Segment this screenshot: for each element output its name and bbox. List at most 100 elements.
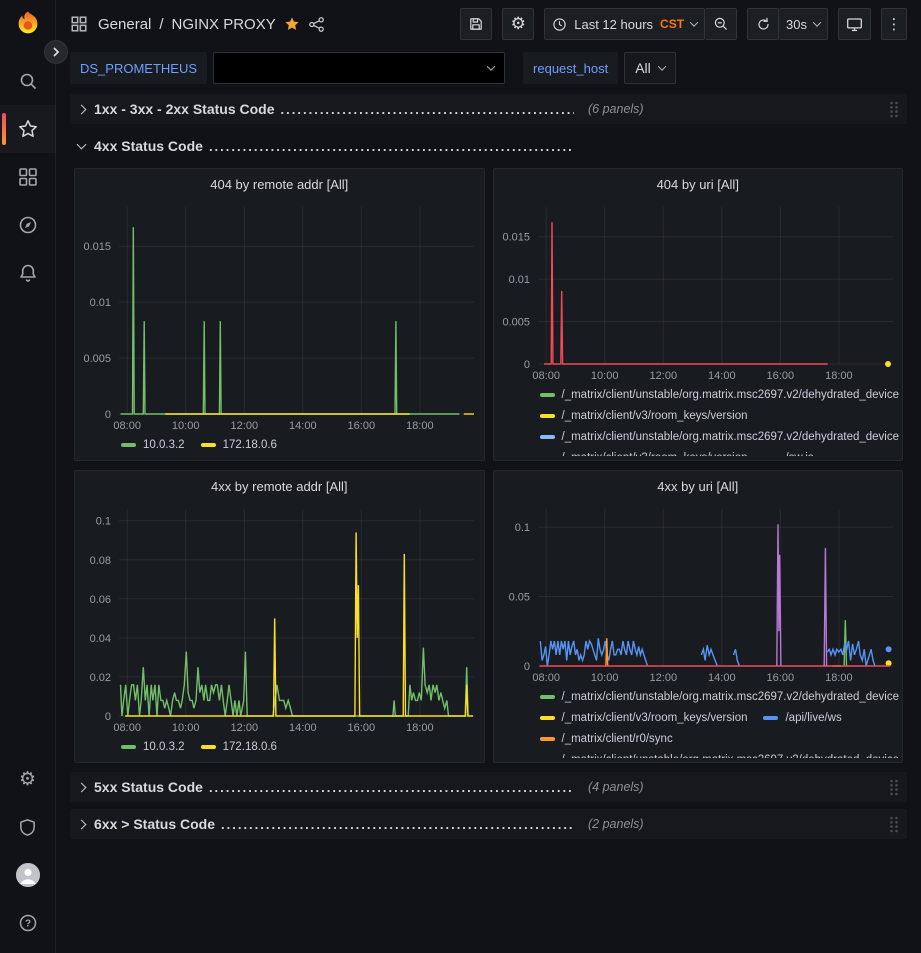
breadcrumb: General / NGINX PROXY <box>70 15 325 33</box>
chevron-right-icon <box>77 819 87 829</box>
bell-icon <box>18 263 38 283</box>
svg-text:16:00: 16:00 <box>348 722 376 734</box>
legend-swatch-icon <box>540 393 555 397</box>
legend-item[interactable]: 172.18.0.6 <box>201 736 277 757</box>
breadcrumb-page-title[interactable]: NGINX PROXY <box>172 16 276 33</box>
svg-text:12:00: 12:00 <box>231 420 259 432</box>
refresh-interval-label: 30s <box>786 17 807 32</box>
panel-title[interactable]: 404 by uri [All] <box>494 169 903 199</box>
legend-label: /_matrix/client/v3/room_keys/version <box>562 452 748 457</box>
sidebar-item-starred[interactable] <box>0 105 56 153</box>
sidebar-expand-button[interactable] <box>44 40 68 64</box>
favorite-star-icon[interactable] <box>284 16 300 32</box>
refresh-button[interactable] <box>747 8 779 40</box>
legend-item[interactable]: /_matrix/client/unstable/org.matrix.msc2… <box>540 749 900 758</box>
svg-text:18:00: 18:00 <box>825 672 853 684</box>
svg-text:?: ? <box>24 919 30 930</box>
legend-item[interactable]: /_matrix/client/unstable/org.matrix.msc2… <box>540 426 900 447</box>
row-drag-handle[interactable] <box>889 779 899 796</box>
sidebar-item-configuration[interactable]: ⚙ <box>0 755 56 803</box>
chart-4xx-by-uri[interactable]: 00.050.108:0010:0012:0014:0016:0018:00 <box>494 501 903 684</box>
panel-title[interactable]: 404 by remote addr [All] <box>75 169 484 199</box>
svg-text:0: 0 <box>105 409 111 421</box>
save-dashboard-button[interactable] <box>460 8 492 40</box>
legend-label: 10.0.3.2 <box>143 741 185 753</box>
legend-swatch-icon <box>540 716 555 720</box>
legend-swatch-icon <box>121 443 136 447</box>
legend-item[interactable]: /_matrix/client/unstable/org.matrix.msc2… <box>540 384 900 405</box>
share-icon[interactable] <box>308 16 325 33</box>
svg-text:0.01: 0.01 <box>508 274 529 286</box>
svg-text:0.06: 0.06 <box>90 594 111 606</box>
time-range-label: Last 12 hours <box>574 17 653 32</box>
sidebar-item-explore[interactable] <box>0 201 56 249</box>
legend-label: /api/live/ws <box>785 712 841 724</box>
sidebar: ⚙ ? <box>0 0 56 953</box>
chart-404-by-remote-addr[interactable]: 00.0050.010.01508:0010:0012:0014:0016:00… <box>75 199 484 432</box>
timezone-label: CST <box>660 17 684 31</box>
cycle-view-mode-button[interactable] <box>838 8 871 40</box>
refresh-interval-picker[interactable]: 30s <box>779 8 828 40</box>
shield-icon <box>18 818 37 837</box>
svg-text:18:00: 18:00 <box>825 370 853 382</box>
main-area: General / NGINX PROXY ⚙ <box>56 0 921 839</box>
panel-title[interactable]: 4xx by uri [All] <box>494 471 903 501</box>
svg-text:0.005: 0.005 <box>502 317 530 329</box>
legend-item[interactable]: 10.0.3.2 <box>121 434 185 455</box>
svg-text:0.1: 0.1 <box>514 522 529 534</box>
apps-grid-icon <box>70 15 88 33</box>
row-panel-count: (2 panels) <box>588 817 644 831</box>
legend-item[interactable]: /_matrix/client/unstable/org.matrix.msc2… <box>540 686 900 707</box>
gear-icon: ⚙ <box>511 16 526 33</box>
panel-title[interactable]: 4xx by remote addr [All] <box>75 471 484 501</box>
dashboard-settings-button[interactable]: ⚙ <box>502 8 534 40</box>
sidebar-item-server-admin[interactable] <box>0 803 56 851</box>
zoom-out-time-button[interactable] <box>705 8 737 40</box>
sidebar-item-profile[interactable] <box>0 851 56 899</box>
svg-text:08:00: 08:00 <box>113 420 141 432</box>
row-4xx[interactable]: 4xx Status Code ........................… <box>70 131 907 161</box>
legend-item[interactable]: 10.0.3.2 <box>121 736 185 757</box>
request-host-select[interactable]: All <box>624 52 676 84</box>
sidebar-item-help[interactable]: ? <box>0 899 56 947</box>
more-options-button[interactable]: ⋮ <box>881 8 907 40</box>
breadcrumb-section[interactable]: General <box>98 16 151 33</box>
legend-swatch-icon <box>763 716 778 720</box>
clock-icon <box>552 17 567 32</box>
grafana-logo-icon[interactable] <box>13 9 43 39</box>
legend-item[interactable]: /_matrix/client/v3/room_keys/version <box>540 707 748 728</box>
row-drag-handle[interactable] <box>889 101 899 118</box>
legend-item[interactable]: /_matrix/client/v3/room_keys/version <box>540 447 748 456</box>
request-host-value: All <box>635 60 651 76</box>
zoom-out-icon <box>713 16 729 32</box>
legend-swatch-icon <box>201 745 216 749</box>
svg-text:0.01: 0.01 <box>90 297 111 309</box>
legend-item[interactable]: /_matrix/client/v3/room_keys/version <box>540 405 748 426</box>
chevron-down-icon <box>658 62 666 70</box>
chart-4xx-by-remote-addr[interactable]: 00.020.040.060.080.108:0010:0012:0014:00… <box>75 501 484 734</box>
top-navbar: General / NGINX PROXY ⚙ <box>70 0 907 48</box>
svg-text:0: 0 <box>523 359 529 371</box>
row-6xx[interactable]: 6xx > Status Code ......................… <box>70 809 907 839</box>
chart-404-by-uri[interactable]: 00.0050.010.01508:0010:0012:0014:0016:00… <box>494 199 903 382</box>
svg-text:14:00: 14:00 <box>708 370 736 382</box>
chevron-down-icon <box>487 62 495 70</box>
row-drag-handle[interactable] <box>889 816 899 833</box>
row-1xx-3xx-2xx[interactable]: 1xx - 3xx - 2xx Status Code ............… <box>70 94 907 124</box>
legend-item[interactable]: /api/live/ws <box>763 707 841 728</box>
legend-label: 10.0.3.2 <box>143 439 185 451</box>
legend-item[interactable]: 172.18.0.6 <box>201 434 277 455</box>
row-panel-count: (4 panels) <box>588 780 644 794</box>
time-range-picker[interactable]: Last 12 hours CST <box>544 8 705 40</box>
legend-item[interactable]: /sw.js <box>763 447 813 456</box>
row-5xx[interactable]: 5xx Status Code ........................… <box>70 772 907 802</box>
sidebar-item-search[interactable] <box>0 57 56 105</box>
legend-item[interactable]: /_matrix/client/r0/sync <box>540 728 673 749</box>
chart-legend: /_matrix/client/unstable/org.matrix.msc2… <box>494 382 903 456</box>
sidebar-item-dashboards[interactable] <box>0 153 56 201</box>
monitor-icon <box>846 16 863 33</box>
ds-prometheus-select[interactable] <box>213 52 505 84</box>
panel-4xx-by-remote-addr: 4xx by remote addr [All] 00.020.040.060.… <box>74 470 485 763</box>
sidebar-item-alerting[interactable] <box>0 249 56 297</box>
svg-text:12:00: 12:00 <box>649 370 677 382</box>
